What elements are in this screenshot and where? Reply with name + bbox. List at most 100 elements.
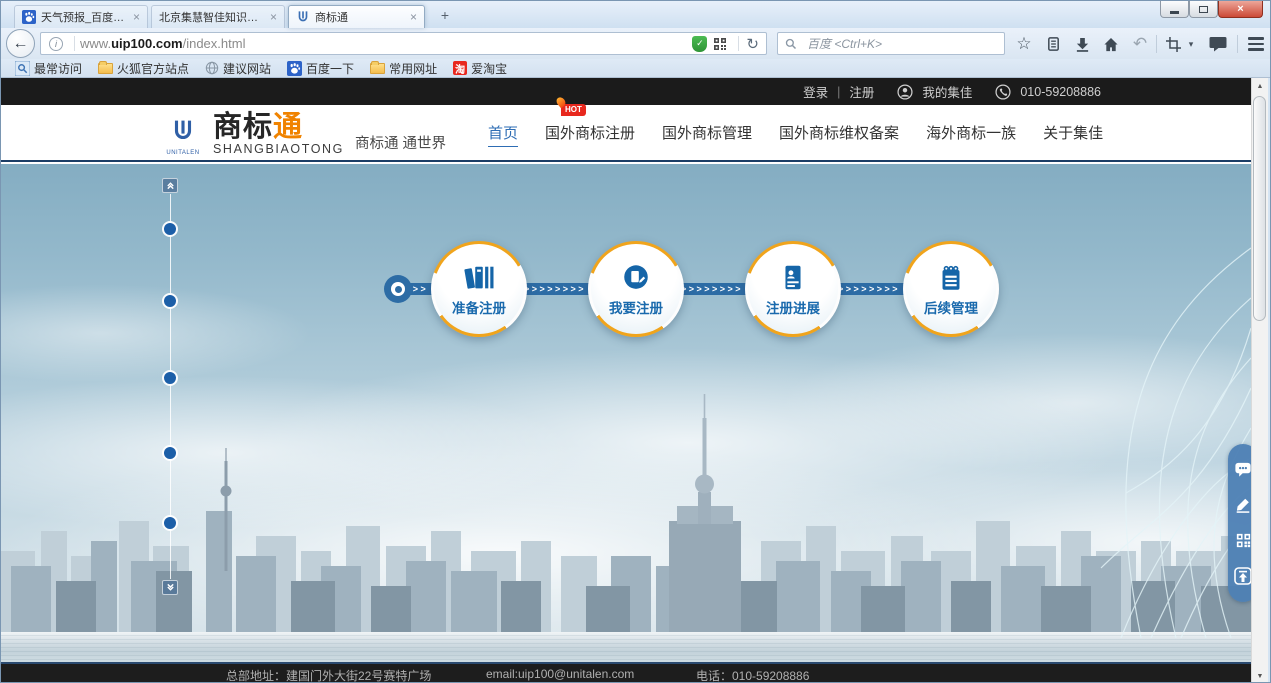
flow-chevrons: > > > > > > > >	[838, 283, 904, 295]
chat-icon[interactable]	[1233, 460, 1251, 480]
hamburger-bars	[1248, 37, 1264, 51]
restore-button[interactable]	[1189, 1, 1218, 18]
page-content: 登录 | 注册 我的集佳 010-59208886 UNITALEN 商标通 S…	[1, 78, 1251, 683]
search-box[interactable]: 百度 <Ctrl+K>	[777, 32, 1005, 55]
scrollbar-thumb[interactable]	[1253, 96, 1266, 321]
browser-toolbar: ← i www.uip100.com/index.html ✓ ↻ 百度 <Ct…	[1, 28, 1271, 59]
unitalen-mark: UNITALEN	[164, 118, 202, 156]
browser-window: 天气预报_百度搜索 × 北京集慧智佳知识产权管理咨... × 商标通 × + ×…	[0, 0, 1271, 683]
close-button[interactable]: ×	[1218, 1, 1263, 18]
hot-badge: HOT	[561, 104, 586, 116]
divider	[74, 36, 75, 51]
step-prepare-registration[interactable]: 准备注册	[431, 241, 527, 337]
qr-scan-icon[interactable]	[713, 37, 727, 51]
nav-overseas-trademark-group[interactable]: 海外商标一族	[926, 122, 1016, 147]
tab-close-icon[interactable]: ×	[270, 12, 277, 22]
tab-jihui[interactable]: 北京集慧智佳知识产权管理咨... ×	[151, 5, 285, 28]
url-path: /index.html	[183, 36, 246, 51]
back-button[interactable]: ←	[6, 29, 35, 58]
id-card-icon	[777, 262, 809, 294]
page-scrollbar[interactable]: ▲ ▼	[1251, 78, 1268, 683]
step-label: 注册进展	[766, 297, 820, 317]
sea	[1, 632, 1251, 662]
site-info-icon[interactable]: i	[49, 37, 63, 51]
bookmark-most-visited[interactable]: 最常访问	[7, 59, 90, 77]
bookmarks-menu-icon[interactable]	[1042, 33, 1064, 55]
timeline-dot-1[interactable]	[164, 223, 176, 235]
register-link[interactable]: 注册	[849, 82, 874, 101]
timeline-dot-4[interactable]	[164, 447, 176, 459]
flow-start-node	[384, 275, 412, 303]
bookmark-label: 火狐官方站点	[117, 60, 189, 77]
new-tab-button[interactable]: +	[433, 7, 457, 25]
tab-close-icon[interactable]: ×	[133, 12, 140, 22]
scroll-up-icon[interactable]: ▲	[1252, 78, 1268, 94]
nav-foreign-trademark-registration[interactable]: HOT 国外商标注册	[545, 122, 635, 147]
timeline-dot-3[interactable]	[164, 372, 176, 384]
bookmarks-bar: 最常访问 火狐官方站点 建议网站 百度一下 常用网址 淘 爱淘宝	[1, 59, 1271, 78]
security-shield-icon[interactable]: ✓	[692, 36, 707, 52]
search-icon	[785, 38, 797, 50]
tab-title: 北京集慧智佳知识产权管理咨...	[159, 9, 265, 25]
footer-email: email:uip100@unitalen.com	[486, 667, 634, 681]
bookmark-taobao[interactable]: 淘 爱淘宝	[445, 59, 515, 77]
address-bar[interactable]: i www.uip100.com/index.html ✓ ↻	[40, 32, 767, 55]
most-visited-icon	[15, 61, 30, 76]
tv-tower	[669, 394, 741, 636]
step-label: 我要注册	[609, 297, 663, 317]
back-to-top-icon[interactable]	[1233, 566, 1251, 586]
bookmark-label: 百度一下	[306, 60, 354, 77]
main-nav: 首页 HOT 国外商标注册 国外商标管理 国外商标维权备案 海外商标一族 关于集…	[488, 122, 1103, 147]
divider	[1156, 35, 1157, 53]
timeline-up-icon[interactable]	[162, 178, 178, 193]
tab-title: 天气预报_百度搜索	[41, 9, 128, 25]
qr-code-icon[interactable]	[1233, 531, 1251, 551]
tab-close-icon[interactable]: ×	[410, 12, 417, 22]
nav-label: 国外商标注册	[545, 125, 635, 142]
site-logo[interactable]: UNITALEN 商标通 SHANGBIAOTONG 商标通 通世界	[164, 114, 446, 156]
tab-weather[interactable]: 天气预报_百度搜索 ×	[14, 5, 148, 28]
my-account-link[interactable]: 我的集佳	[922, 82, 972, 101]
site-topbar: 登录 | 注册 我的集佳 010-59208886	[1, 78, 1251, 105]
footer-address: 总部地址：建国门外大街22号赛特广场	[226, 667, 431, 683]
tab-shangbiaotong[interactable]: 商标通 ×	[288, 5, 425, 28]
nav-about-unitalen[interactable]: 关于集佳	[1043, 122, 1103, 147]
scroll-down-icon[interactable]: ▼	[1252, 668, 1268, 683]
reload-icon[interactable]: ↻	[746, 35, 759, 53]
nav-home[interactable]: 首页	[488, 122, 518, 147]
feedback-bubble-icon[interactable]	[1207, 33, 1229, 55]
nav-foreign-trademark-management[interactable]: 国外商标管理	[662, 122, 752, 147]
minimize-button[interactable]	[1160, 1, 1189, 18]
timeline-dot-2[interactable]	[164, 295, 176, 307]
step-registration-progress[interactable]: 注册进展	[745, 241, 841, 337]
step-register-now[interactable]: 我要注册	[588, 241, 684, 337]
bookmark-common-sites[interactable]: 常用网址	[362, 59, 445, 77]
bookmark-suggested-sites[interactable]: 建议网站	[197, 59, 279, 77]
clip-page-icon[interactable]	[1162, 33, 1184, 55]
bookmark-star-icon[interactable]: ☆	[1013, 33, 1035, 55]
site-footer: 总部地址：建国门外大街22号赛特广场 email:uip100@unitalen…	[1, 662, 1251, 683]
bookmark-label: 建议网站	[223, 60, 271, 77]
logo-cn: 商标通	[213, 114, 344, 141]
logo-text-block: 商标通 SHANGBIAOTONG	[213, 114, 344, 156]
tab-bar: 天气预报_百度搜索 × 北京集慧智佳知识产权管理咨... × 商标通 × + ×	[1, 1, 1271, 28]
timeline-dot-5[interactable]	[164, 517, 176, 529]
divider	[1237, 35, 1238, 53]
floating-toolbar	[1228, 444, 1251, 602]
nav-rights-protection-filing[interactable]: 国外商标维权备案	[779, 122, 899, 147]
bookmark-firefox-folder[interactable]: 火狐官方站点	[90, 59, 197, 77]
menu-hamburger-icon[interactable]	[1245, 33, 1267, 55]
logo-tagline: 商标通 通世界	[355, 132, 446, 153]
folder-icon	[370, 63, 385, 74]
bookmark-baidu[interactable]: 百度一下	[279, 59, 362, 77]
login-link[interactable]: 登录	[803, 82, 828, 101]
undo-icon[interactable]: ↶	[1129, 33, 1151, 55]
step-follow-up-management[interactable]: 后续管理	[903, 241, 999, 337]
globe-icon	[205, 61, 219, 75]
chevron-down-icon[interactable]: ▾	[1185, 33, 1197, 55]
timeline-down-icon[interactable]	[162, 580, 178, 595]
downloads-icon[interactable]	[1071, 33, 1093, 55]
edit-pencil-icon[interactable]	[1233, 495, 1251, 515]
window-controls: ×	[1160, 1, 1263, 18]
home-icon[interactable]	[1100, 33, 1122, 55]
